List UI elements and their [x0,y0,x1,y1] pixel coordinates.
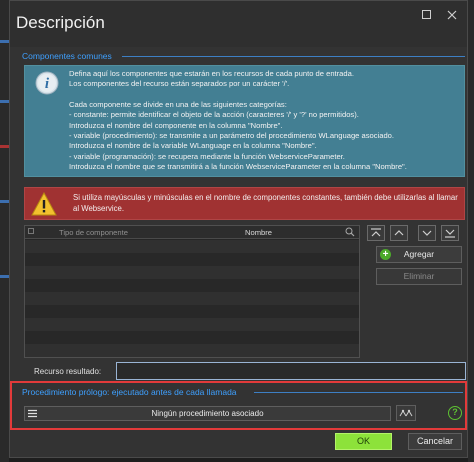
table-row[interactable] [25,305,359,318]
close-icon [447,10,457,20]
move-down-button[interactable] [418,225,436,241]
table-row[interactable] [25,266,359,279]
table-row[interactable] [25,279,359,292]
background-marker [0,145,9,148]
info-line: Introduzca el nombre de la variable WLan… [69,141,317,151]
help-icon[interactable]: ? [448,406,462,420]
add-button-label: Agregar [403,249,435,259]
cancel-button[interactable]: Cancelar [408,433,462,450]
column-header-type[interactable]: Tipo de componente [59,228,128,237]
components-table[interactable]: Tipo de componente Nombre [24,225,360,358]
components-section-title: Componentes comunes [22,51,112,61]
section-divider [122,56,465,57]
info-icon: i [35,71,59,95]
result-resource-field[interactable] [116,362,466,380]
background-marker [0,100,9,103]
background-marker [0,275,9,278]
info-text: Defina aquí los componentes que estarán … [69,69,459,173]
move-top-icon [371,228,381,237]
info-line-gap [69,90,459,100]
close-button[interactable] [444,7,460,23]
info-line: Defina aquí los componentes que estarán … [69,69,354,78]
row-indicator-header [28,228,34,234]
info-line: Introduzca el nombre que se transmitirá … [69,162,407,172]
info-line: - constante: permite identificar el obje… [69,110,359,120]
move-down-icon [422,230,432,236]
dialog-titlebar: Descripción [10,1,467,47]
ok-button[interactable]: OK [335,433,392,450]
prologue-procedure-label: Ningún procedimiento asociado [151,409,264,418]
table-row[interactable] [25,318,359,331]
warning-text: Si utiliza mayúsculas y minúsculas en el… [73,193,458,213]
move-bottom-button[interactable] [441,225,459,241]
info-line: - variable (procedimiento): se transmite… [69,131,395,141]
move-bottom-icon [445,229,455,238]
search-icon[interactable] [345,227,355,237]
background-app-strip [0,0,9,462]
table-rows [25,240,359,357]
description-dialog: Descripción Componentes comunes i Defina… [9,0,468,458]
link-icon [399,409,413,417]
background-app-strip-right [468,0,474,462]
prologue-link-button[interactable] [396,405,416,421]
result-resource-label: Recurso resultado: [34,367,102,376]
move-top-button[interactable] [367,225,385,241]
menu-icon [28,409,37,418]
move-up-icon [394,230,404,236]
add-icon: + [380,249,391,260]
info-line: Los componentes del recurso están separa… [69,79,290,89]
table-row[interactable] [25,292,359,305]
column-header-name[interactable]: Nombre [245,228,272,237]
warning-icon [31,192,57,216]
warning-box: Si utiliza mayúsculas y minúsculas en el… [24,187,465,220]
background-marker [0,40,9,43]
info-line: - variable (programación): se recupera m… [69,151,345,161]
prologue-procedure-button[interactable]: Ningún procedimiento asociado [24,406,391,421]
info-line: Introduzca el nombre del componente en l… [69,120,283,130]
remove-button-label: Eliminar [403,271,435,281]
add-button[interactable]: + Agregar [376,246,462,263]
table-row[interactable] [25,331,359,344]
table-row[interactable] [25,240,359,253]
maximize-button[interactable] [418,7,434,23]
table-row[interactable] [25,253,359,266]
table-header: Tipo de componente Nombre [25,226,359,239]
prologue-section-title: Procedimiento prólogo: ejecutado antes d… [22,387,237,397]
info-box: i Defina aquí los componentes que estará… [24,65,465,177]
section-divider [254,392,463,393]
maximize-icon [421,10,431,19]
table-row[interactable] [25,344,359,357]
move-up-button[interactable] [390,225,408,241]
dialog-title: Descripción [16,13,105,32]
background-marker [0,200,9,203]
remove-button[interactable]: Eliminar [376,268,462,285]
info-line: Cada componente se divide en una de las … [69,99,287,109]
